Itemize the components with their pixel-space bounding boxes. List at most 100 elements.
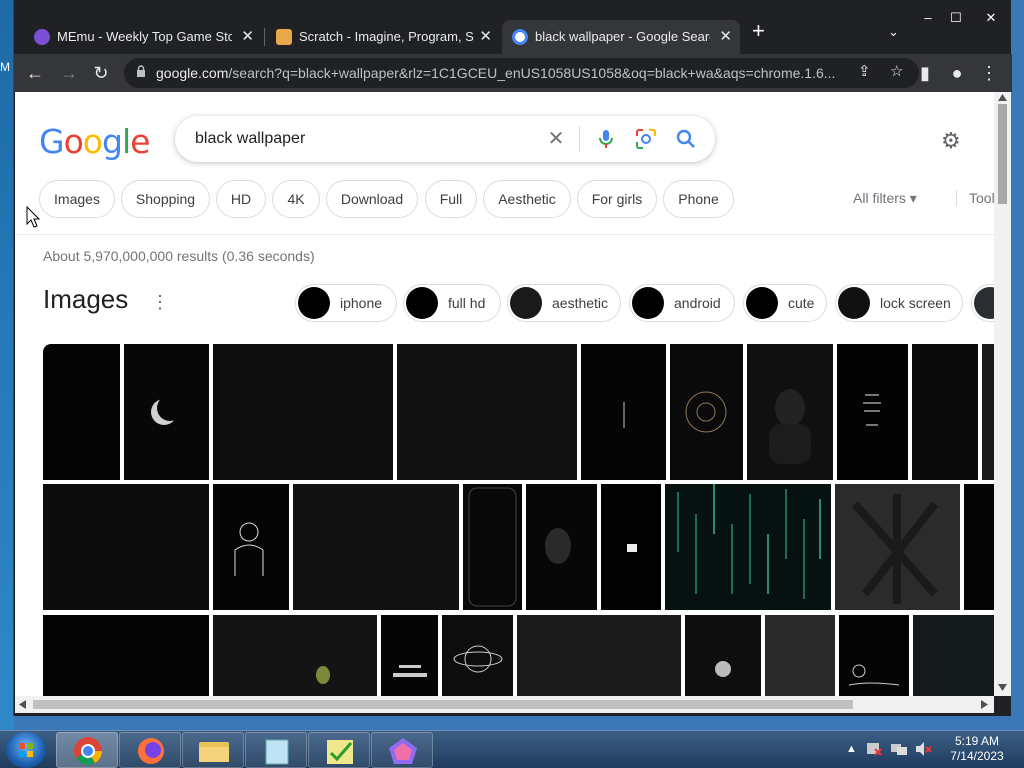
celestial-image: [685, 391, 727, 433]
tools-button[interactable]: Tools: [956, 190, 994, 206]
network-icon[interactable]: [890, 741, 908, 757]
image-result[interactable]: [601, 484, 661, 610]
chip-label: cute: [788, 295, 815, 311]
related-chip-iphone[interactable]: iphone: [295, 284, 397, 322]
taskbar-chrome[interactable]: [56, 732, 118, 768]
mouse-cursor-icon: [26, 206, 40, 228]
tab-close-icon[interactable]: ✕: [241, 20, 254, 54]
chip-aesthetic[interactable]: Aesthetic: [483, 180, 571, 218]
scroll-right-arrow-icon[interactable]: [981, 700, 988, 709]
image-result[interactable]: [835, 484, 960, 610]
image-result[interactable]: [837, 344, 908, 480]
tab-search-dropdown-icon[interactable]: ⌄: [888, 24, 899, 40]
image-result[interactable]: [581, 344, 666, 480]
tab-memu[interactable]: MEmu - Weekly Top Game Stories ✕: [24, 20, 262, 54]
chip-shopping[interactable]: Shopping: [121, 180, 210, 218]
google-apps-icon[interactable]: ⋮: [987, 128, 994, 153]
search-input[interactable]: [195, 126, 525, 152]
image-result[interactable]: [293, 484, 459, 610]
image-result[interactable]: [213, 344, 393, 480]
forward-button[interactable]: →: [56, 60, 82, 86]
image-result[interactable]: [381, 615, 438, 696]
clear-search-icon[interactable]: ✕: [543, 126, 569, 152]
scroll-left-arrow-icon[interactable]: [19, 700, 26, 709]
taskbar-file-explorer[interactable]: [182, 732, 244, 768]
image-result[interactable]: [43, 615, 209, 696]
abstract-lines-image: [852, 494, 939, 604]
horizontal-scrollbar[interactable]: [15, 696, 994, 713]
scroll-up-arrow-icon[interactable]: [998, 94, 1007, 101]
image-result[interactable]: [517, 615, 681, 696]
chip-label: aesthetic: [552, 295, 609, 311]
vertical-scrollbar[interactable]: [994, 92, 1011, 696]
address-bar[interactable]: google.com/search?q=black+wallpaper&rlz=…: [124, 58, 919, 88]
chip-images[interactable]: Images: [39, 180, 115, 218]
scroll-thumb[interactable]: [998, 104, 1007, 204]
tab-google-search[interactable]: black wallpaper - Google Search ✕: [502, 20, 740, 54]
new-tab-button[interactable]: +: [752, 18, 765, 44]
chip-hd[interactable]: HD: [216, 180, 266, 218]
image-result[interactable]: [43, 484, 209, 610]
image-result[interactable]: [913, 615, 994, 696]
tab-scratch[interactable]: Scratch - Imagine, Program, Share ✕: [266, 20, 500, 54]
settings-gear-icon[interactable]: ⚙: [941, 128, 961, 154]
tab-close-icon[interactable]: ✕: [479, 20, 492, 54]
scroll-thumb[interactable]: [33, 700, 853, 709]
chip-4k[interactable]: 4K: [272, 180, 320, 218]
profile-avatar[interactable]: ●: [944, 60, 970, 86]
chip-phone[interactable]: Phone: [663, 180, 734, 218]
action-center-icon[interactable]: [866, 741, 882, 757]
taskbar-memu[interactable]: [371, 732, 433, 768]
share-icon[interactable]: ⇪: [858, 62, 871, 80]
chip-full[interactable]: Full: [425, 180, 477, 218]
image-result[interactable]: [213, 615, 377, 696]
taskbar-firefox[interactable]: [119, 732, 181, 768]
chip-for-girls[interactable]: For girls: [577, 180, 657, 218]
image-result[interactable]: [463, 484, 522, 610]
bookmark-star-icon[interactable]: ☆: [890, 62, 903, 80]
image-result[interactable]: [982, 344, 994, 480]
image-result[interactable]: [665, 484, 831, 610]
image-result[interactable]: [526, 484, 597, 610]
image-result[interactable]: [124, 344, 209, 480]
related-chip-cute[interactable]: cute: [743, 284, 827, 322]
related-chip-android[interactable]: android: [629, 284, 735, 322]
taskbar-app[interactable]: [308, 732, 370, 768]
back-button[interactable]: ←: [22, 60, 48, 86]
reload-button[interactable]: ↻: [88, 60, 114, 86]
related-chip-more[interactable]: [971, 284, 994, 322]
image-result[interactable]: [213, 484, 289, 610]
image-result[interactable]: [670, 344, 743, 480]
related-chip-aesthetic[interactable]: aesthetic: [507, 284, 621, 322]
image-result[interactable]: [685, 615, 761, 696]
system-clock[interactable]: 5:19 AM 7/14/2023: [942, 734, 1012, 764]
image-result[interactable]: [964, 484, 994, 610]
volume-muted-icon[interactable]: [914, 741, 932, 757]
scroll-down-arrow-icon[interactable]: [998, 684, 1007, 691]
tab-close-icon[interactable]: ✕: [719, 20, 732, 54]
chip-download[interactable]: Download: [326, 180, 418, 218]
image-result[interactable]: [442, 615, 513, 696]
taskbar-notepad[interactable]: [245, 732, 307, 768]
all-filters-dropdown[interactable]: All filters ▾: [853, 190, 917, 207]
google-logo[interactable]: Google: [39, 122, 150, 161]
image-result[interactable]: [765, 615, 835, 696]
microphone-icon[interactable]: [593, 126, 619, 152]
side-panel-icon[interactable]: ▮: [912, 60, 938, 86]
black-cat-image: [316, 666, 330, 684]
image-result[interactable]: [839, 615, 909, 696]
related-chip-full-hd[interactable]: full hd: [403, 284, 501, 322]
silhouette-girl-image: [545, 528, 571, 564]
start-button[interactable]: [6, 732, 46, 768]
search-icon[interactable]: [673, 126, 699, 152]
show-hidden-icons[interactable]: ▲: [846, 743, 857, 755]
related-chip-lock-screen[interactable]: lock screen: [835, 284, 963, 322]
more-options-icon[interactable]: ⋮: [151, 292, 169, 313]
image-result[interactable]: [43, 344, 120, 480]
image-result[interactable]: [397, 344, 577, 480]
lens-camera-icon[interactable]: [633, 126, 659, 152]
image-result[interactable]: [912, 344, 978, 480]
image-result[interactable]: [747, 344, 833, 480]
chrome-menu-icon[interactable]: ⋮: [976, 60, 1002, 86]
url-text[interactable]: google.com/search?q=black+wallpaper&rlz=…: [156, 58, 836, 88]
